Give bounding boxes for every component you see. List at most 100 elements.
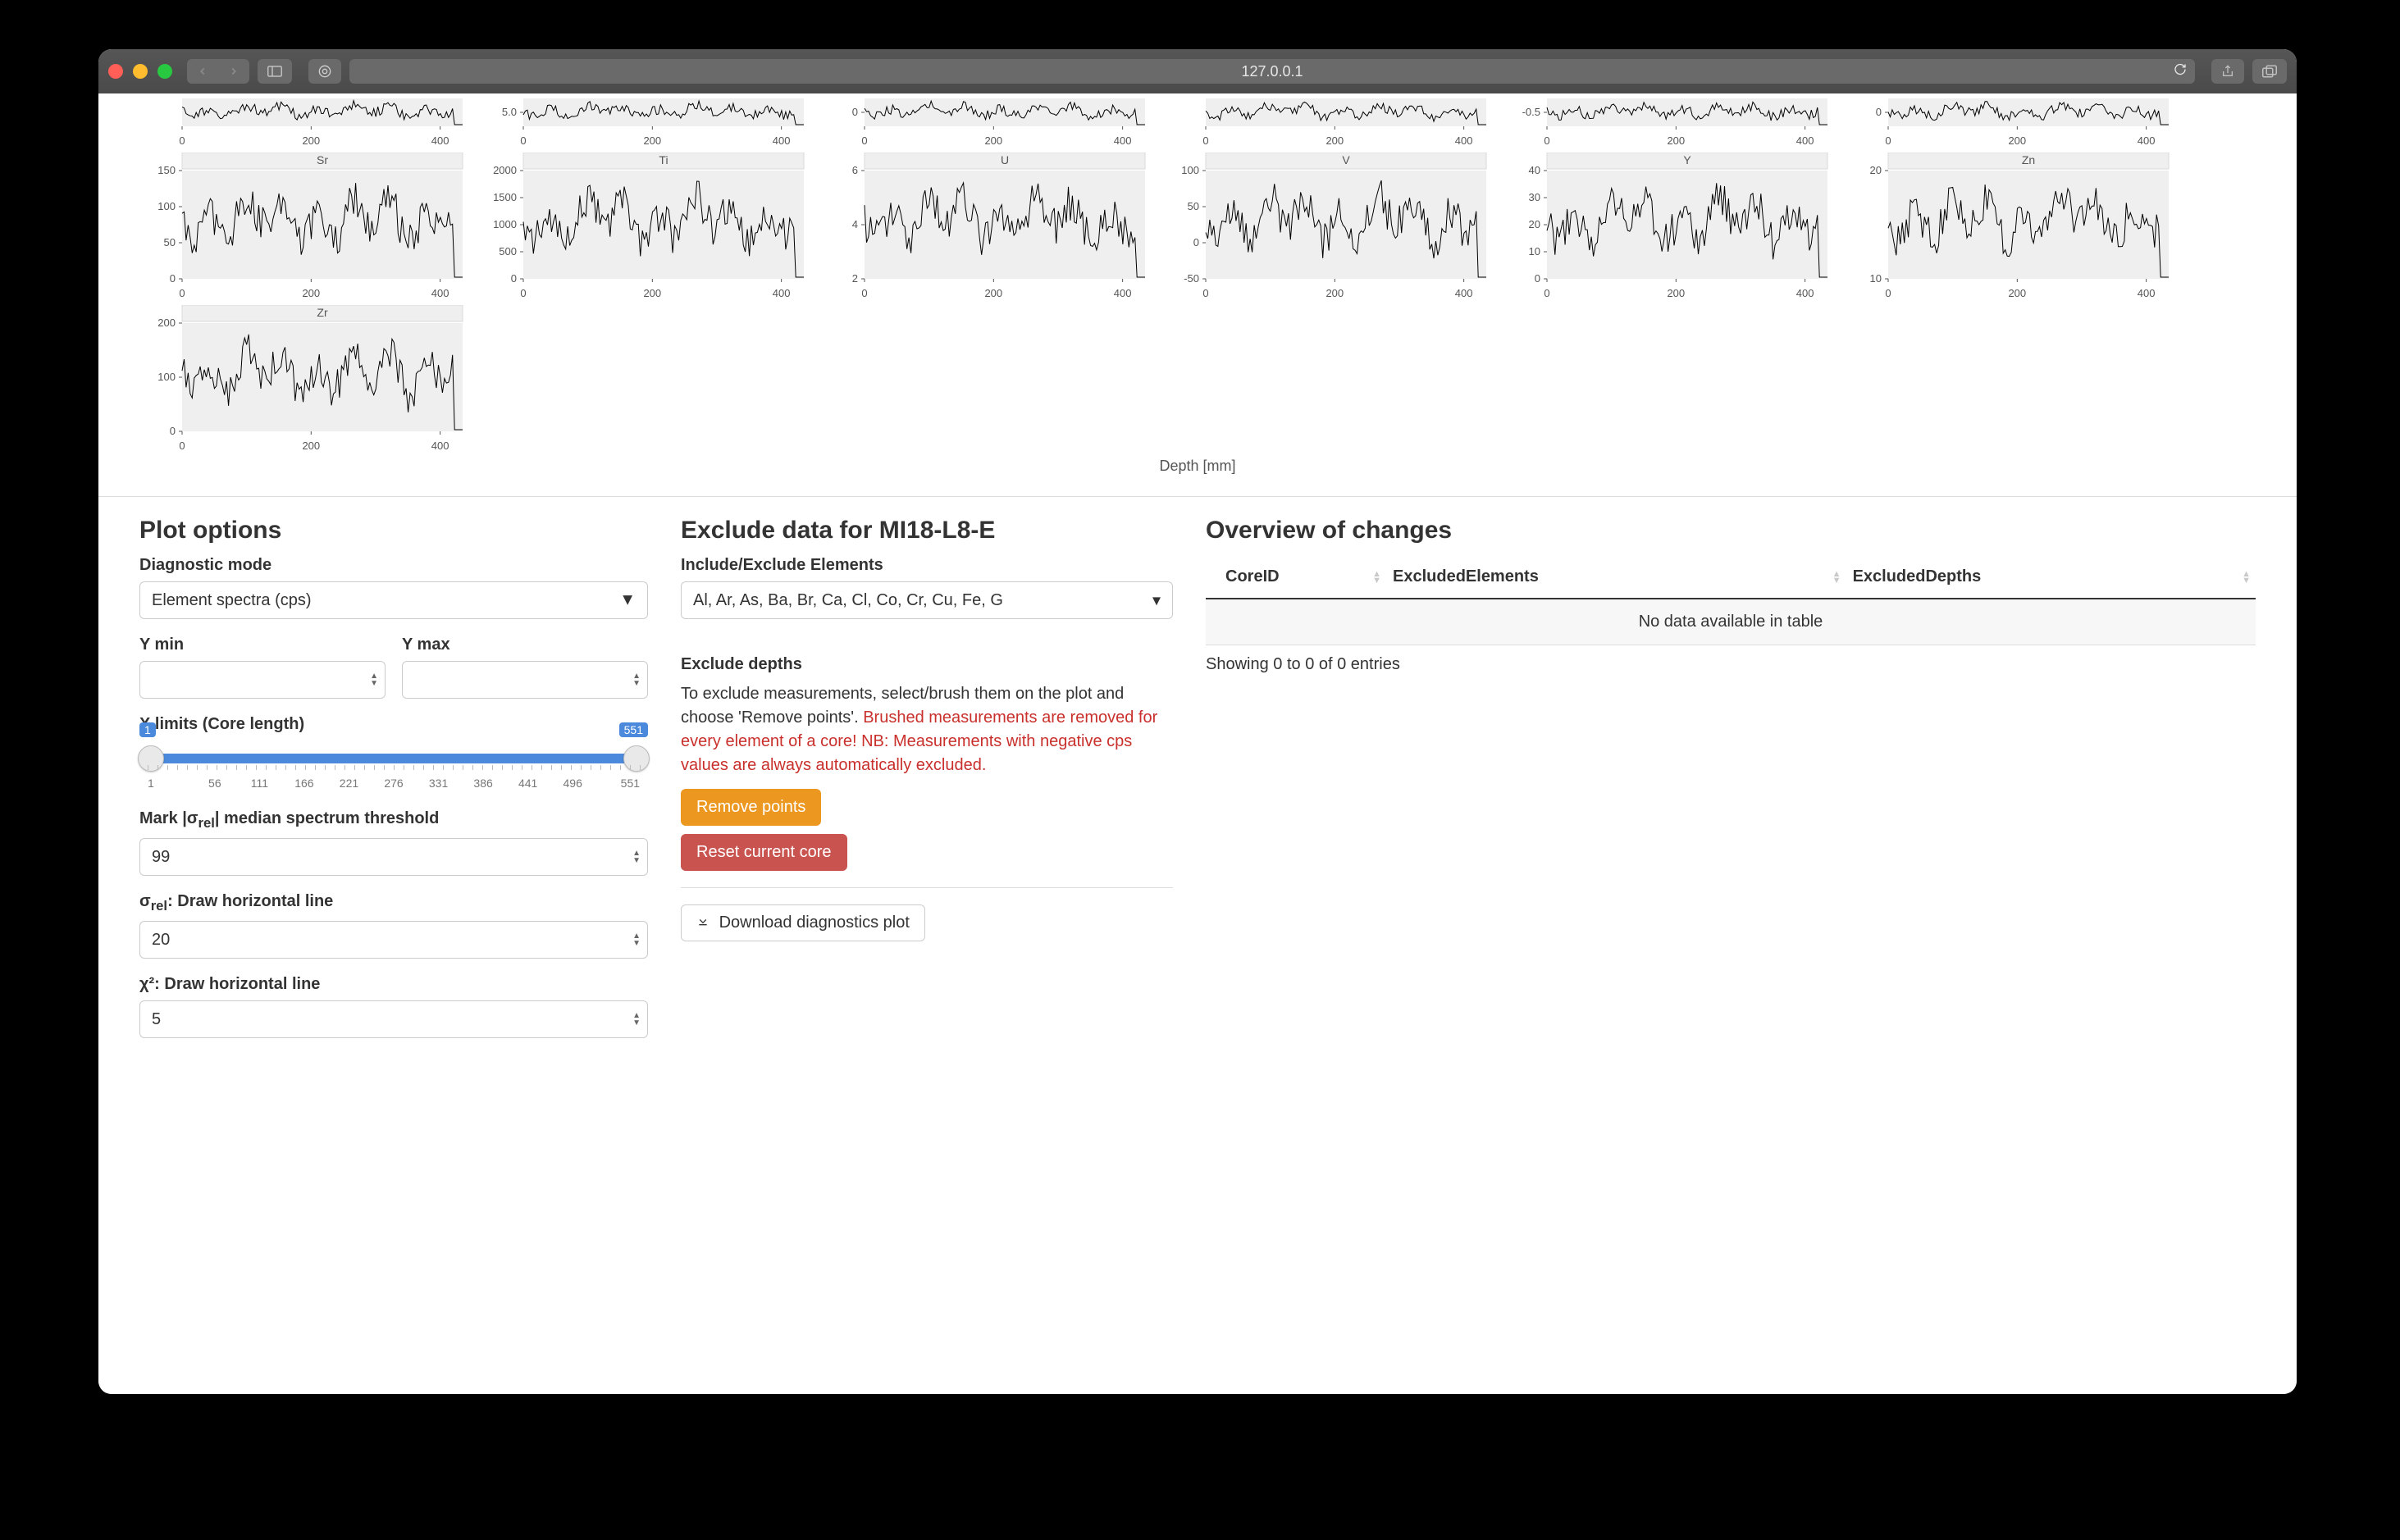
svg-text:400: 400 [431, 440, 449, 452]
minimize-window-button[interactable] [133, 64, 148, 79]
slider-tick-label: 276 [372, 777, 417, 790]
svg-text:400: 400 [773, 134, 791, 147]
svg-text:200: 200 [643, 134, 661, 147]
svg-text:30: 30 [1529, 191, 1540, 203]
table-header[interactable]: ExcludedDepths▲▼ [1846, 556, 2256, 599]
diagnostic-mode-select[interactable]: Element spectra (cps) ▼ [139, 581, 648, 619]
reader-button[interactable] [308, 59, 341, 84]
mini-plot[interactable]: 0200400 [131, 98, 468, 148]
xlimits-slider[interactable]: 1 551 156111166221276331386441496551 [139, 740, 648, 793]
srel-line-input[interactable]: 20 ▲▼ [139, 921, 648, 959]
mini-plot[interactable]: Zr 20010000200400 [131, 305, 468, 453]
chi-line-input[interactable]: 5 ▲▼ [139, 1000, 648, 1038]
svg-text:200: 200 [984, 134, 1002, 147]
mini-plot[interactable]: 00200400 [814, 98, 1150, 148]
svg-text:200: 200 [1325, 287, 1344, 299]
stepper-icon[interactable]: ▲▼ [632, 672, 641, 687]
svg-text:1000: 1000 [493, 218, 517, 230]
changes-table: CoreID▲▼ExcludedElements▲▼ExcludedDepths… [1206, 556, 2256, 645]
mark-threshold-label: Mark |σrel| median spectrum threshold [139, 809, 648, 832]
reload-button[interactable] [2174, 63, 2187, 80]
svg-text:200: 200 [2008, 287, 2026, 299]
nav-buttons [187, 59, 249, 84]
svg-text:50: 50 [164, 236, 176, 248]
sidebar-toggle-button[interactable] [258, 59, 292, 84]
mini-plot[interactable]: Y 4030201000200400 [1496, 153, 1832, 300]
titlebar-right [2211, 59, 2287, 84]
controls-panel: Plot options Diagnostic mode Element spe… [98, 496, 2297, 1087]
mini-plot[interactable]: 0200400 [1155, 98, 1491, 148]
include-exclude-select[interactable]: Al, Ar, As, Ba, Br, Ca, Cl, Co, Cr, Cu, … [681, 581, 1173, 619]
download-icon [696, 914, 714, 932]
svg-text:200: 200 [302, 440, 320, 452]
zoom-window-button[interactable] [157, 64, 172, 79]
titlebar: 127.0.0.1 [98, 49, 2297, 93]
download-plot-button[interactable]: Download diagnostics plot [681, 904, 925, 941]
svg-text:0: 0 [1202, 287, 1208, 299]
close-window-button[interactable] [108, 64, 123, 79]
svg-text:4: 4 [852, 218, 858, 230]
svg-text:400: 400 [1796, 134, 1814, 147]
svg-text:2: 2 [852, 272, 858, 285]
slider-min-badge: 1 [139, 722, 156, 737]
svg-text:2000: 2000 [493, 164, 517, 176]
mini-plot[interactable]: U 6420200400 [814, 153, 1150, 300]
slider-tick-label: 111 [237, 777, 282, 790]
svg-text:200: 200 [643, 287, 661, 299]
stepper-icon[interactable]: ▲▼ [370, 672, 378, 687]
svg-text:400: 400 [1455, 134, 1473, 147]
svg-text:400: 400 [1796, 287, 1814, 299]
svg-text:400: 400 [1114, 134, 1132, 147]
svg-text:200: 200 [1325, 134, 1344, 147]
chi-line-value: 5 [152, 1010, 161, 1029]
stepper-icon[interactable]: ▲▼ [632, 1012, 641, 1027]
table-header[interactable]: CoreID▲▼ [1206, 556, 1386, 599]
ymin-input[interactable]: ▲▼ [139, 661, 386, 699]
reset-core-button[interactable]: Reset current core [681, 834, 847, 871]
stepper-icon[interactable]: ▲▼ [632, 932, 641, 947]
ymax-input[interactable]: ▲▼ [402, 661, 648, 699]
mini-plot[interactable]: Ti 20001500100050000200400 [472, 153, 809, 300]
sort-icon: ▲▼ [1372, 571, 1381, 584]
tabs-button[interactable] [2252, 59, 2287, 84]
back-button[interactable] [187, 59, 218, 84]
mark-threshold-input[interactable]: 99 ▲▼ [139, 838, 648, 876]
svg-text:100: 100 [157, 200, 176, 212]
forward-button[interactable] [218, 59, 249, 84]
table-header[interactable]: ExcludedElements▲▼ [1386, 556, 1846, 599]
address-bar[interactable]: 127.0.0.1 [349, 59, 2195, 84]
mini-plot[interactable]: Zn 20100200400 [1837, 153, 2174, 300]
svg-text:V: V [1342, 153, 1350, 166]
mini-plot[interactable]: -0.50200400 [1496, 98, 1832, 148]
svg-text:200: 200 [157, 317, 176, 329]
slider-tick-label: 386 [461, 777, 506, 790]
exclude-depths-label: Exclude depths [681, 655, 1173, 674]
svg-text:0: 0 [520, 287, 526, 299]
svg-text:-50: -50 [1184, 272, 1199, 285]
share-button[interactable] [2211, 59, 2244, 84]
diagnostic-mode-value: Element spectra (cps) [152, 591, 312, 610]
include-exclude-label: Include/Exclude Elements [681, 556, 1173, 575]
svg-text:100: 100 [1181, 164, 1199, 176]
remove-points-button[interactable]: Remove points [681, 789, 821, 826]
srel-line-label: σrel: Draw horizontal line [139, 892, 648, 914]
svg-text:6: 6 [852, 164, 858, 176]
svg-text:400: 400 [1114, 287, 1132, 299]
svg-text:0: 0 [1544, 287, 1549, 299]
svg-text:0: 0 [861, 287, 867, 299]
svg-text:0: 0 [170, 425, 176, 437]
svg-text:0: 0 [1535, 272, 1540, 285]
mini-plot[interactable]: 5.00200400 [472, 98, 809, 148]
mini-plot[interactable]: 00200400 [1837, 98, 2174, 148]
svg-text:200: 200 [302, 287, 320, 299]
svg-text:0: 0 [511, 272, 517, 285]
sort-icon: ▲▼ [2242, 571, 2251, 584]
slider-track [148, 754, 640, 763]
slider-ticks: 156111166221276331386441496551 [148, 777, 640, 790]
mini-plot[interactable]: Sr 1501005000200400 [131, 153, 468, 300]
mini-plot[interactable]: V 100500-500200400 [1155, 153, 1491, 300]
svg-text:10: 10 [1529, 245, 1540, 257]
exclude-heading: Exclude data for MI18-L8-E [681, 517, 1173, 544]
slider-max-badge: 551 [619, 722, 648, 737]
stepper-icon[interactable]: ▲▼ [632, 850, 641, 864]
